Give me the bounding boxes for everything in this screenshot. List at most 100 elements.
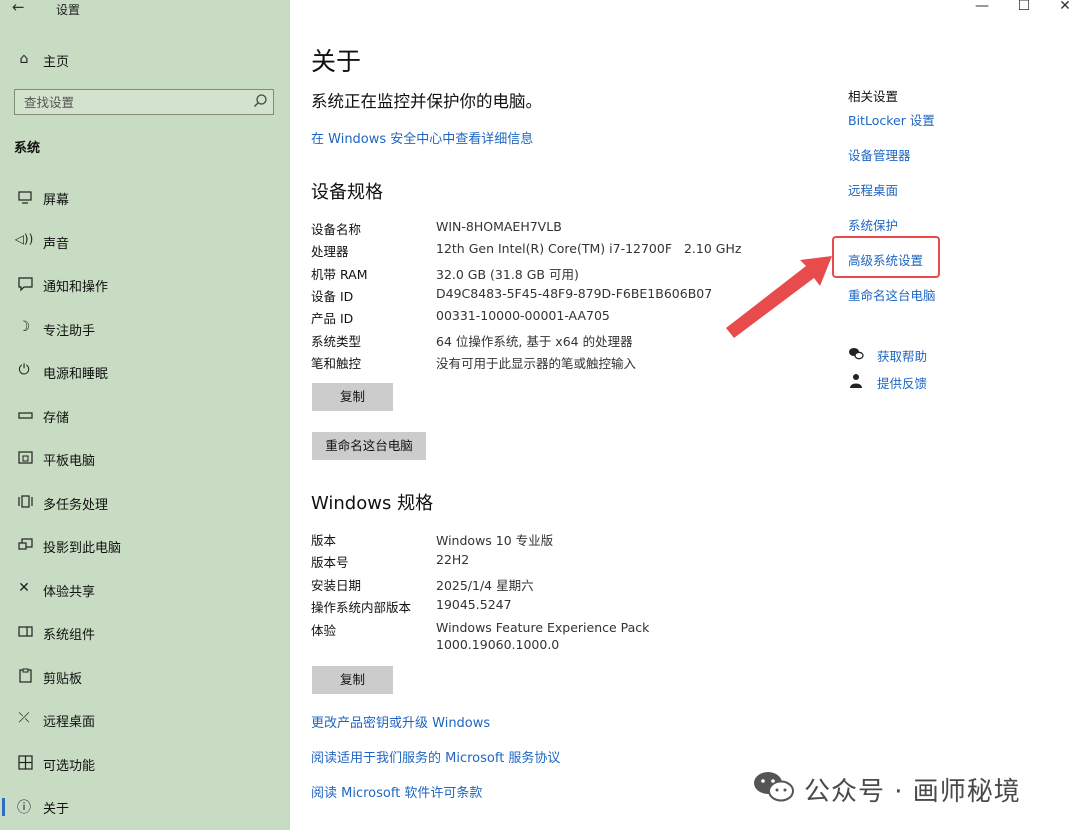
project-icon bbox=[18, 538, 33, 550]
storage-icon bbox=[18, 412, 33, 419]
spec-value: Windows Feature Experience Pack bbox=[436, 620, 650, 635]
speaker-icon: ◁)) bbox=[14, 232, 34, 246]
sidebar-item-label: 远程桌面 bbox=[43, 715, 96, 730]
remote-desktop-icon: ⤫ bbox=[18, 710, 30, 726]
spec-value: 64 位操作系统, 基于 x64 的处理器 bbox=[436, 334, 633, 349]
spec-row: 操作系统内部版本 19045.5247 bbox=[311, 597, 831, 619]
title-bar: ← 设置 bbox=[0, 0, 290, 20]
spec-label: 操作系统内部版本 bbox=[311, 600, 412, 615]
sidebar-item-shared-experiences[interactable]: ✕ 体验共享 bbox=[0, 574, 290, 604]
active-indicator bbox=[2, 798, 5, 816]
moon-icon: ☽ bbox=[17, 319, 31, 335]
highlight-box bbox=[832, 236, 940, 278]
rename-pc-link[interactable]: 重命名这台电脑 bbox=[848, 285, 936, 304]
sidebar-item-display[interactable]: 屏幕 bbox=[0, 182, 290, 212]
sidebar-item-about[interactable]: ⓘ 关于 bbox=[0, 791, 290, 821]
rename-pc-button[interactable]: 重命名这台电脑 bbox=[312, 432, 426, 460]
spec-label: 机带 RAM bbox=[311, 267, 368, 282]
spec-label: 版本 bbox=[311, 533, 337, 548]
sidebar-item-notifications[interactable]: 通知和操作 bbox=[0, 269, 290, 299]
feedback-label: 提供反馈 bbox=[877, 376, 928, 391]
remote-desktop-link[interactable]: 远程桌面 bbox=[848, 180, 898, 199]
spec-value: Windows 10 专业版 bbox=[436, 533, 554, 548]
system-protection-link[interactable]: 系统保护 bbox=[848, 215, 898, 234]
sidebar-item-label: 多任务处理 bbox=[43, 498, 109, 513]
sidebar-item-label: 系统组件 bbox=[43, 628, 96, 643]
spec-row: 体验 Windows Feature Experience Pack 1000.… bbox=[311, 620, 831, 660]
spec-value: 2025/1/4 星期六 bbox=[436, 578, 534, 593]
spec-value: D49C8483-5F45-48F9-879D-F6BE1B606B07 bbox=[436, 286, 713, 301]
copy-device-specs-button[interactable]: 复制 bbox=[312, 383, 393, 411]
page-title: 关于 bbox=[311, 47, 362, 76]
spec-label: 设备名称 bbox=[311, 222, 362, 237]
optional-features-icon bbox=[18, 755, 33, 770]
sidebar-item-power[interactable]: ⏻ 电源和睡眠 bbox=[0, 356, 290, 386]
spec-label: 产品 ID bbox=[311, 311, 354, 326]
spec-label: 系统类型 bbox=[311, 334, 362, 349]
sidebar-item-label: 关于 bbox=[43, 802, 70, 817]
protection-status: 系统正在监控并保护你的电脑。 bbox=[311, 92, 542, 111]
security-center-link[interactable]: 在 Windows 安全中心中查看详细信息 bbox=[311, 128, 533, 147]
sidebar-item-label: 可选功能 bbox=[43, 759, 96, 774]
sidebar-item-optional-features[interactable]: 可选功能 bbox=[0, 748, 290, 778]
sidebar-item-label: 通知和操作 bbox=[43, 280, 109, 295]
watermark: 公众号 · 画师秘境 bbox=[752, 768, 1052, 808]
device-manager-link[interactable]: 设备管理器 bbox=[848, 145, 911, 164]
sidebar-item-label: 平板电脑 bbox=[43, 454, 96, 469]
sidebar-item-system-components[interactable]: 系统组件 bbox=[0, 617, 290, 647]
wechat-icon bbox=[754, 772, 794, 802]
get-help-link[interactable]: 获取帮助 bbox=[848, 346, 1048, 368]
sidebar-item-project[interactable]: 投影到此电脑 bbox=[0, 530, 290, 560]
info-icon: ⓘ bbox=[17, 800, 31, 816]
sidebar-item-clipboard[interactable]: 剪贴板 bbox=[0, 661, 290, 691]
copy-windows-specs-button[interactable]: 复制 bbox=[312, 666, 393, 694]
window-title: 设置 bbox=[56, 3, 81, 17]
spec-value-secondary: 1000.19060.1000.0 bbox=[436, 637, 560, 652]
sidebar-item-multitasking[interactable]: 多任务处理 bbox=[0, 487, 290, 517]
change-product-key-link[interactable]: 更改产品密钥或升级 Windows bbox=[311, 712, 490, 731]
sidebar-item-tablet[interactable]: 平板电脑 bbox=[0, 443, 290, 473]
device-specs-heading: 设备规格 bbox=[311, 182, 383, 203]
spec-row: 版本号 22H2 bbox=[311, 552, 831, 574]
sidebar-item-sound[interactable]: ◁)) 声音 bbox=[0, 226, 290, 256]
service-agreement-link[interactable]: 阅读适用于我们服务的 Microsoft 服务协议 bbox=[311, 747, 560, 766]
search-input[interactable] bbox=[15, 90, 245, 114]
spec-row: 安装日期 2025/1/4 星期六 bbox=[311, 575, 831, 597]
sidebar-item-label: 主页 bbox=[43, 55, 70, 70]
spec-label: 设备 ID bbox=[311, 289, 354, 304]
multitask-icon bbox=[18, 495, 33, 508]
spec-label: 体验 bbox=[311, 623, 337, 638]
windows-specs-heading: Windows 规格 bbox=[311, 493, 434, 514]
sidebar: ← 设置 ⌂ 主页 系统 屏幕 ◁)) 声音 通知和操作 ☽ 专注助手 ⏻ 电源… bbox=[0, 0, 290, 830]
back-button[interactable]: ← bbox=[12, 0, 32, 18]
tablet-icon bbox=[18, 451, 33, 464]
sidebar-item-label: 存储 bbox=[43, 411, 70, 426]
search-box[interactable] bbox=[14, 89, 274, 115]
power-icon: ⏻ bbox=[18, 362, 30, 378]
bitlocker-link[interactable]: BitLocker 设置 bbox=[848, 110, 935, 129]
related-settings: 相关设置 BitLocker 设置 设备管理器 远程桌面 系统保护 高级系统设置… bbox=[848, 0, 1078, 830]
sidebar-section-title: 系统 bbox=[14, 141, 41, 156]
annotation-arrow-icon bbox=[726, 256, 832, 338]
components-icon bbox=[18, 626, 33, 637]
sidebar-item-storage[interactable]: 存储 bbox=[0, 400, 290, 430]
main-content: 关于 系统正在监控并保护你的电脑。 在 Windows 安全中心中查看详细信息 … bbox=[311, 0, 831, 830]
spec-value: WIN-8HOMAEH7VLB bbox=[436, 219, 562, 234]
search-icon[interactable] bbox=[251, 92, 269, 110]
sidebar-item-focus-assist[interactable]: ☽ 专注助手 bbox=[0, 313, 290, 343]
feedback-link[interactable]: 提供反馈 bbox=[848, 373, 1048, 395]
sidebar-item-remote-desktop[interactable]: ⤫ 远程桌面 bbox=[0, 704, 290, 734]
help-chat-icon bbox=[849, 348, 864, 360]
sidebar-item-home[interactable]: ⌂ 主页 bbox=[0, 48, 290, 72]
watermark-text: 公众号 · 画师秘境 bbox=[804, 777, 1021, 807]
spec-value: 22H2 bbox=[436, 552, 470, 567]
spec-label: 版本号 bbox=[311, 555, 349, 570]
spec-label: 安装日期 bbox=[311, 578, 362, 593]
license-terms-link[interactable]: 阅读 Microsoft 软件许可条款 bbox=[311, 782, 482, 801]
sidebar-item-label: 电源和睡眠 bbox=[43, 367, 109, 382]
spec-value: 00331-10000-00001-AA705 bbox=[436, 308, 610, 323]
sidebar-item-label: 体验共享 bbox=[43, 585, 96, 600]
feedback-icon bbox=[850, 374, 862, 388]
spec-value: 19045.5247 bbox=[436, 597, 512, 612]
get-help-label: 获取帮助 bbox=[877, 349, 928, 364]
